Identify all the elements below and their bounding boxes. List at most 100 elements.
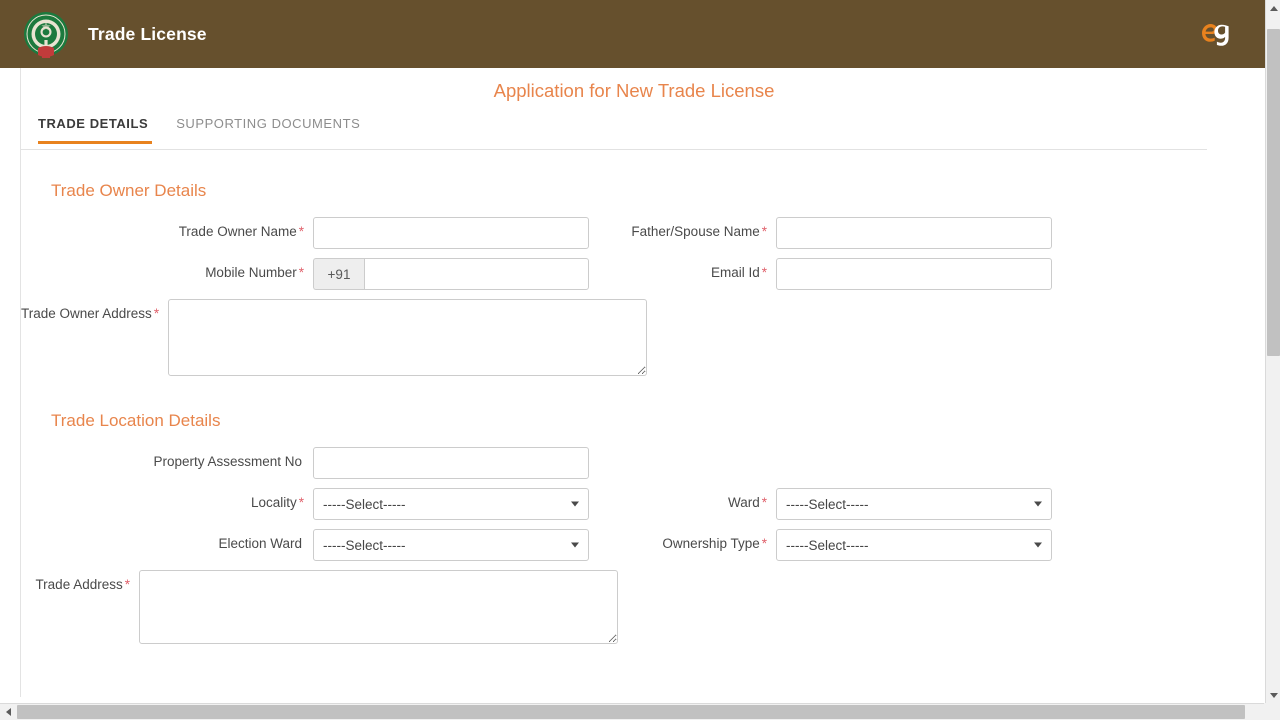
- label-email-id: Email Id *: [618, 258, 776, 281]
- label-text: Trade Owner Address: [21, 306, 152, 321]
- label-ward: Ward *: [618, 488, 776, 511]
- mobile-number-input[interactable]: [364, 258, 589, 290]
- scroll-left-arrow-icon[interactable]: [0, 704, 16, 720]
- form-row: Trade Owner Address *: [21, 299, 1265, 381]
- label-text: Property Assessment No: [153, 454, 302, 469]
- form-row: Trade Address *: [21, 570, 1265, 649]
- section-heading-trade-location-details: Trade Location Details: [51, 411, 221, 430]
- label-trade-owner-name: Trade Owner Name *: [21, 217, 313, 240]
- trade-owner-address-textarea[interactable]: [168, 299, 648, 376]
- label-mobile-number: Mobile Number *: [21, 258, 313, 281]
- trade-owner-name-input[interactable]: [313, 217, 589, 249]
- election-ward-select[interactable]: -----Select-----: [313, 529, 589, 561]
- trade-address-textarea[interactable]: [139, 570, 618, 644]
- vertical-scrollbar-thumb[interactable]: [1267, 29, 1280, 356]
- e9-logo-icon[interactable]: [1198, 17, 1232, 49]
- ownership-type-selected-value: -----Select-----: [786, 537, 869, 553]
- ap-government-emblem-icon: [22, 10, 70, 60]
- ward-selected-value: -----Select-----: [786, 496, 869, 512]
- required-asterisk: *: [761, 265, 767, 280]
- form-row: Mobile Number * +91 Email Id *: [21, 258, 1265, 290]
- ward-select[interactable]: -----Select-----: [776, 488, 1052, 520]
- tab-supporting-documents[interactable]: SUPPORTING DOCUMENTS: [176, 116, 374, 143]
- tab-bar: TRADE DETAILS SUPPORTING DOCUMENTS: [21, 116, 1207, 150]
- app-title: Trade License: [88, 23, 207, 44]
- page-title: Application for New Trade License: [493, 80, 775, 101]
- section-trade-owner-details: Trade Owner Details Trade Owner Name * Fa…: [21, 181, 1265, 381]
- label-text: Locality: [250, 495, 297, 510]
- control-wrap: [776, 217, 1052, 249]
- field-ward: Ward * -----Select-----: [618, 488, 1127, 520]
- label-text: Mobile Number: [205, 265, 297, 280]
- field-trade-address: Trade Address *: [21, 570, 618, 649]
- father-spouse-name-input[interactable]: [776, 217, 1052, 249]
- label-text: Father/Spouse Name: [631, 224, 760, 239]
- scrollbar-corner: [1264, 703, 1280, 720]
- field-email-id: Email Id *: [618, 258, 1127, 290]
- label-text: Email Id: [710, 265, 760, 280]
- field-ownership-type: Ownership Type * -----Select-----: [618, 529, 1127, 561]
- label-text: Ward: [727, 495, 760, 510]
- scroll-down-arrow-icon[interactable]: [1266, 687, 1280, 703]
- required-asterisk: *: [153, 306, 160, 321]
- label-text: Trade Address: [35, 577, 123, 592]
- section-trade-location-details: Trade Location Details Property Assessme…: [21, 411, 1265, 649]
- chevron-down-icon: [1034, 501, 1042, 507]
- required-asterisk: *: [298, 224, 304, 239]
- form-row: Election Ward -----Select----- Ownership…: [21, 529, 1265, 561]
- app-header: Trade License: [0, 0, 1265, 68]
- horizontal-scrollbar[interactable]: [0, 703, 1280, 720]
- control-wrap: [776, 258, 1052, 290]
- control-wrap: -----Select-----: [776, 488, 1052, 520]
- field-trade-owner-address: Trade Owner Address *: [21, 299, 648, 381]
- control-wrap: -----Select-----: [313, 488, 589, 520]
- scroll-up-arrow-icon[interactable]: [1266, 0, 1280, 16]
- trade-owner-fields: Trade Owner Name* Father/Spouse Name*: [21, 217, 1265, 381]
- control-wrap: [168, 299, 648, 381]
- label-locality: Locality *: [21, 488, 313, 511]
- field-election-ward: Election Ward -----Select-----: [21, 529, 618, 561]
- section-heading-trade-owner-details: Trade Owner Details: [51, 181, 207, 200]
- field-trade-owner-name: Trade Owner Name *: [21, 217, 618, 249]
- label-ownership-type: Ownership Type *: [618, 529, 776, 552]
- label-property-assessment-no: Property Assessment No: [21, 447, 313, 470]
- control-wrap: [313, 217, 589, 249]
- label-text: Trade Owner Name: [178, 224, 297, 239]
- control-wrap: [139, 570, 618, 649]
- field-locality: Locality * -----Select-----: [21, 488, 618, 520]
- vertical-scrollbar[interactable]: [1265, 0, 1280, 703]
- chevron-down-icon: [571, 501, 579, 507]
- control-wrap: -----Select-----: [776, 529, 1052, 561]
- required-asterisk: *: [761, 495, 767, 510]
- field-property-assessment-no: Property Assessment No: [21, 447, 618, 479]
- trade-location-fields: Property Assessment No Locality * -----Se…: [21, 447, 1265, 649]
- ownership-type-select[interactable]: -----Select-----: [776, 529, 1052, 561]
- form-row: Trade Owner Name * Father/Spouse Name *: [21, 217, 1265, 249]
- horizontal-scrollbar-thumb[interactable]: [17, 705, 1245, 719]
- property-assessment-no-input[interactable]: [313, 447, 589, 479]
- required-asterisk: *: [761, 536, 767, 551]
- label-text: Election Ward: [218, 536, 302, 551]
- form-row: Locality * -----Select----- Ward * -----…: [21, 488, 1265, 520]
- control-wrap: -----Select-----: [313, 529, 589, 561]
- label-father-spouse-name: Father/Spouse Name *: [618, 217, 776, 240]
- required-asterisk: *: [298, 495, 304, 510]
- control-wrap: [313, 447, 589, 479]
- label-trade-owner-address: Trade Owner Address *: [21, 299, 168, 322]
- form-row: Property Assessment No: [21, 447, 1265, 479]
- election-ward-selected-value: -----Select-----: [323, 537, 406, 553]
- label-text: Ownership Type: [662, 536, 760, 551]
- field-father-spouse-name: Father/Spouse Name *: [618, 217, 1127, 249]
- label-election-ward: Election Ward: [21, 529, 313, 552]
- chevron-down-icon: [1034, 542, 1042, 548]
- tab-trade-details[interactable]: TRADE DETAILS: [38, 116, 162, 144]
- field-mobile-number: Mobile Number * +91: [21, 258, 618, 290]
- content-area: Application for New Trade License TRADE …: [20, 68, 1265, 697]
- browser-viewport: Trade License Application for New Trade …: [0, 0, 1280, 720]
- chevron-down-icon: [571, 542, 579, 548]
- locality-selected-value: -----Select-----: [323, 496, 406, 512]
- email-id-input[interactable]: [776, 258, 1052, 290]
- required-asterisk: *: [761, 224, 767, 239]
- label-trade-address: Trade Address *: [21, 570, 139, 593]
- locality-select[interactable]: -----Select-----: [313, 488, 589, 520]
